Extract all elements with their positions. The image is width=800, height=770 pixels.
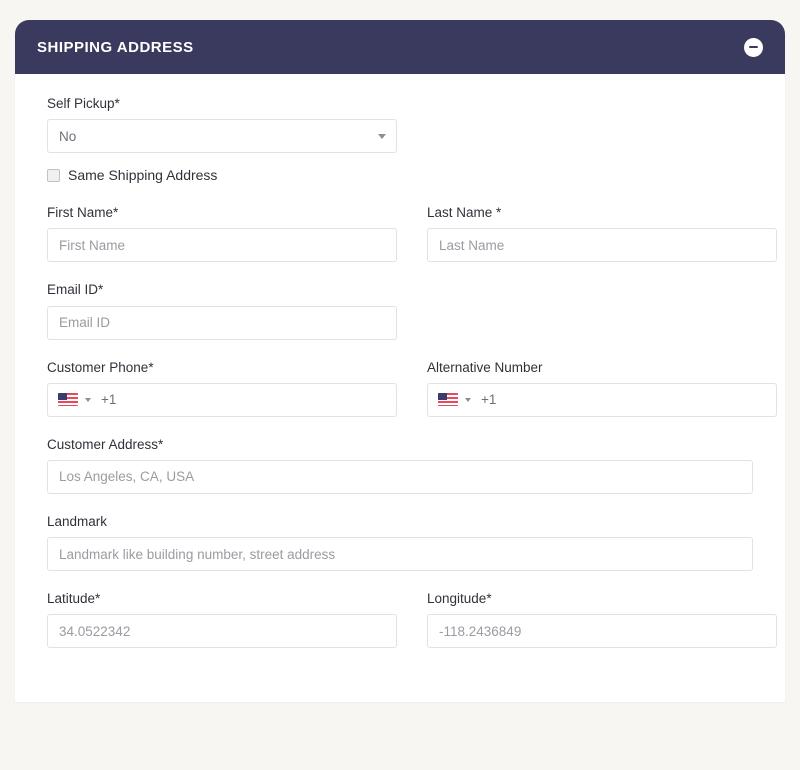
first-name-field: First Name* <box>47 205 397 263</box>
us-flag-icon[interactable] <box>438 393 458 407</box>
landmark-field: Landmark <box>47 513 753 572</box>
required-asterisk: * <box>114 96 120 111</box>
self-pickup-select-wrap: No <box>47 119 397 154</box>
email-row: Email ID* <box>47 282 753 340</box>
phone-row: Customer Phone* +1 Alternative Number +1 <box>47 360 777 417</box>
alternative-number-field: Alternative Number +1 <box>427 360 777 417</box>
landmark-label: Landmark <box>47 513 108 529</box>
self-pickup-label: Self Pickup* <box>47 96 120 111</box>
customer-phone-label: Customer Phone* <box>47 359 154 375</box>
self-pickup-field: Self Pickup* No <box>47 96 397 154</box>
page-title: SHIPPING ADDRESS <box>37 38 194 56</box>
self-pickup-row: Self Pickup* No <box>47 96 753 154</box>
minus-bar <box>749 46 758 48</box>
customer-address-input[interactable] <box>47 459 753 494</box>
latitude-field: Latitude* <box>47 591 397 649</box>
last-name-input[interactable] <box>427 228 777 263</box>
us-flag-icon[interactable] <box>58 393 78 407</box>
same-shipping-address-label[interactable]: Same Shipping Address <box>68 167 217 183</box>
required-asterisk: * <box>496 205 502 221</box>
coordinates-row: Latitude* Longitude* <box>47 591 777 649</box>
chevron-down-icon[interactable] <box>85 397 91 402</box>
chevron-down-icon[interactable] <box>465 397 471 402</box>
last-name-label: Last Name * <box>427 205 502 221</box>
latitude-input[interactable] <box>47 614 397 649</box>
email-id-label: Email ID* <box>47 282 104 298</box>
required-asterisk: * <box>95 591 101 607</box>
flag-canton <box>58 393 67 401</box>
alternative-number-label: Alternative Number <box>427 359 543 375</box>
longitude-field: Longitude* <box>427 591 777 649</box>
landmark-row: Landmark <box>47 513 753 572</box>
longitude-label: Longitude* <box>427 591 492 607</box>
customer-address-label: Customer Address* <box>47 436 164 452</box>
shipping-address-card: SHIPPING ADDRESS Self Pickup* No Same Sh… <box>15 20 785 703</box>
alternative-number-input-group[interactable]: +1 <box>427 382 777 417</box>
latitude-label: Latitude* <box>47 591 101 607</box>
name-row: First Name* Last Name * <box>47 205 777 263</box>
email-id-input[interactable] <box>47 305 397 340</box>
required-asterisk: * <box>486 591 492 607</box>
minus-circle-icon[interactable] <box>744 37 763 57</box>
first-name-input[interactable] <box>47 228 397 263</box>
flag-canton <box>438 393 447 401</box>
customer-phone-input-group[interactable]: +1 <box>47 382 397 417</box>
customer-phone-dial-code: +1 <box>101 392 117 408</box>
longitude-input[interactable] <box>427 614 777 649</box>
same-shipping-address-checkbox[interactable] <box>47 168 60 182</box>
email-spacer <box>427 282 777 339</box>
required-asterisk: * <box>148 359 154 375</box>
landmark-input[interactable] <box>47 537 753 572</box>
alternative-number-input[interactable] <box>496 382 766 417</box>
self-pickup-select[interactable]: No <box>47 119 397 154</box>
first-name-label: First Name* <box>47 205 119 221</box>
required-asterisk: * <box>158 436 164 452</box>
self-pickup-spacer <box>427 96 777 153</box>
same-shipping-address-row[interactable]: Same Shipping Address <box>47 167 753 183</box>
alternative-number-dial-code: +1 <box>481 392 497 408</box>
required-asterisk: * <box>113 205 119 221</box>
email-id-field: Email ID* <box>47 282 397 340</box>
card-body: Self Pickup* No Same Shipping Address Fi… <box>15 74 785 702</box>
card-header: SHIPPING ADDRESS <box>15 20 785 74</box>
customer-address-field: Customer Address* <box>47 437 753 494</box>
customer-address-row: Customer Address* <box>47 437 753 494</box>
customer-phone-field: Customer Phone* +1 <box>47 360 397 417</box>
customer-phone-input[interactable] <box>116 382 386 417</box>
last-name-field: Last Name * <box>427 205 777 263</box>
required-asterisk: * <box>98 282 104 298</box>
